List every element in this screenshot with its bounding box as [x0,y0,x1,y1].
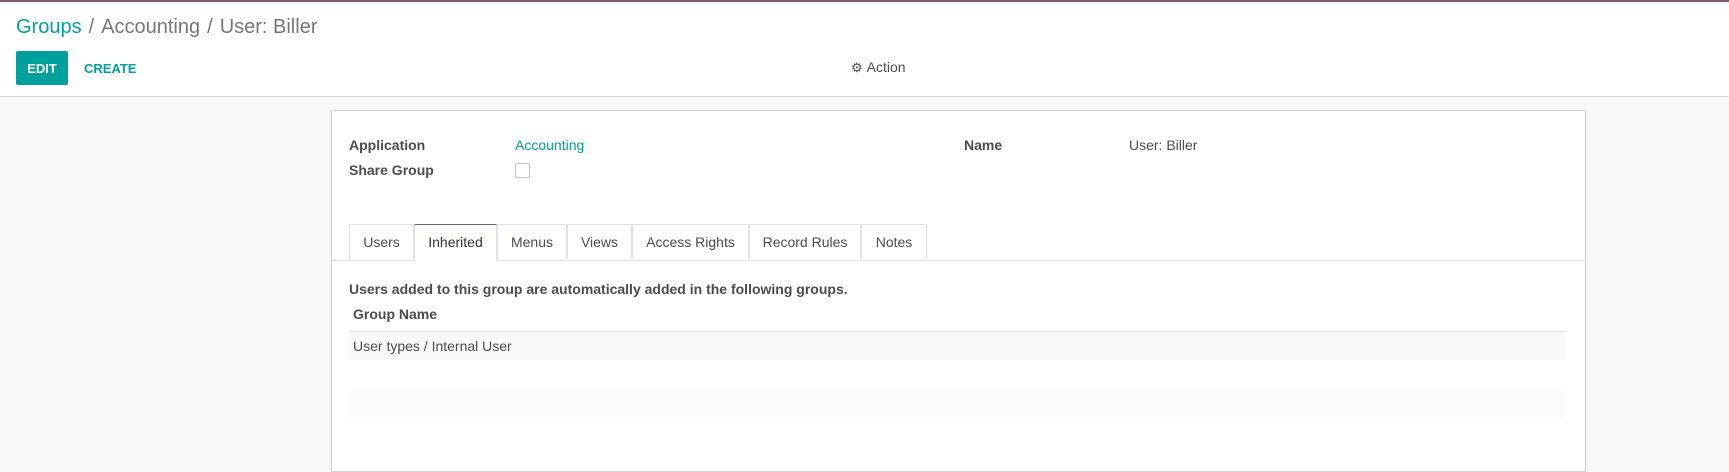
tab-access-rights[interactable]: Access Rights [632,224,749,259]
share-group-label: Share Group [349,162,434,178]
group-name-column-header[interactable]: Group Name [353,306,437,322]
breadcrumb-groups-link[interactable]: Groups [16,16,82,38]
application-label: Application [349,137,426,153]
control-panel: Groups / Accounting / User: Biller EDIT CREA… [0,2,1729,97]
breadcrumb: Groups / Accounting / User: Biller [16,16,317,39]
edit-button[interactable]: EDIT [16,51,68,85]
table-row[interactable]: User types / Internal User [349,331,1565,360]
name-value: User: Biller [1129,137,1198,153]
application-value-link[interactable]: Accounting [515,137,584,153]
name-label: Name [964,137,1003,153]
create-button[interactable]: CREATE [72,51,148,85]
action-label: Action [866,59,906,75]
tab-record-rules[interactable]: Record Rules [749,224,861,259]
breadcrumb-accounting: Accounting [101,16,201,38]
gear-icon: ⚙ [851,60,863,75]
group-name-cell: User types / Internal User [353,338,512,354]
tab-notes[interactable]: Notes [861,224,927,259]
breadcrumb-current: User: Biller [219,16,318,38]
tab-menus[interactable]: Menus [497,224,567,259]
tab-inherited[interactable]: Inherited [414,224,497,261]
action-menu[interactable]: ⚙ Action [851,59,906,76]
share-group-checkbox[interactable] [515,163,530,178]
breadcrumb-separator: / [207,16,213,38]
notebook-tabs: Users Inherited Menus Views Access Right… [332,224,1585,261]
table-row-empty [349,391,1565,419]
breadcrumb-separator: / [88,16,95,38]
tab-users[interactable]: Users [349,224,414,259]
tab-views[interactable]: Views [567,224,632,259]
form-sheet: Application Accounting Share Group Name … [331,110,1586,472]
inherited-description: Users added to this group are automatica… [349,281,848,297]
